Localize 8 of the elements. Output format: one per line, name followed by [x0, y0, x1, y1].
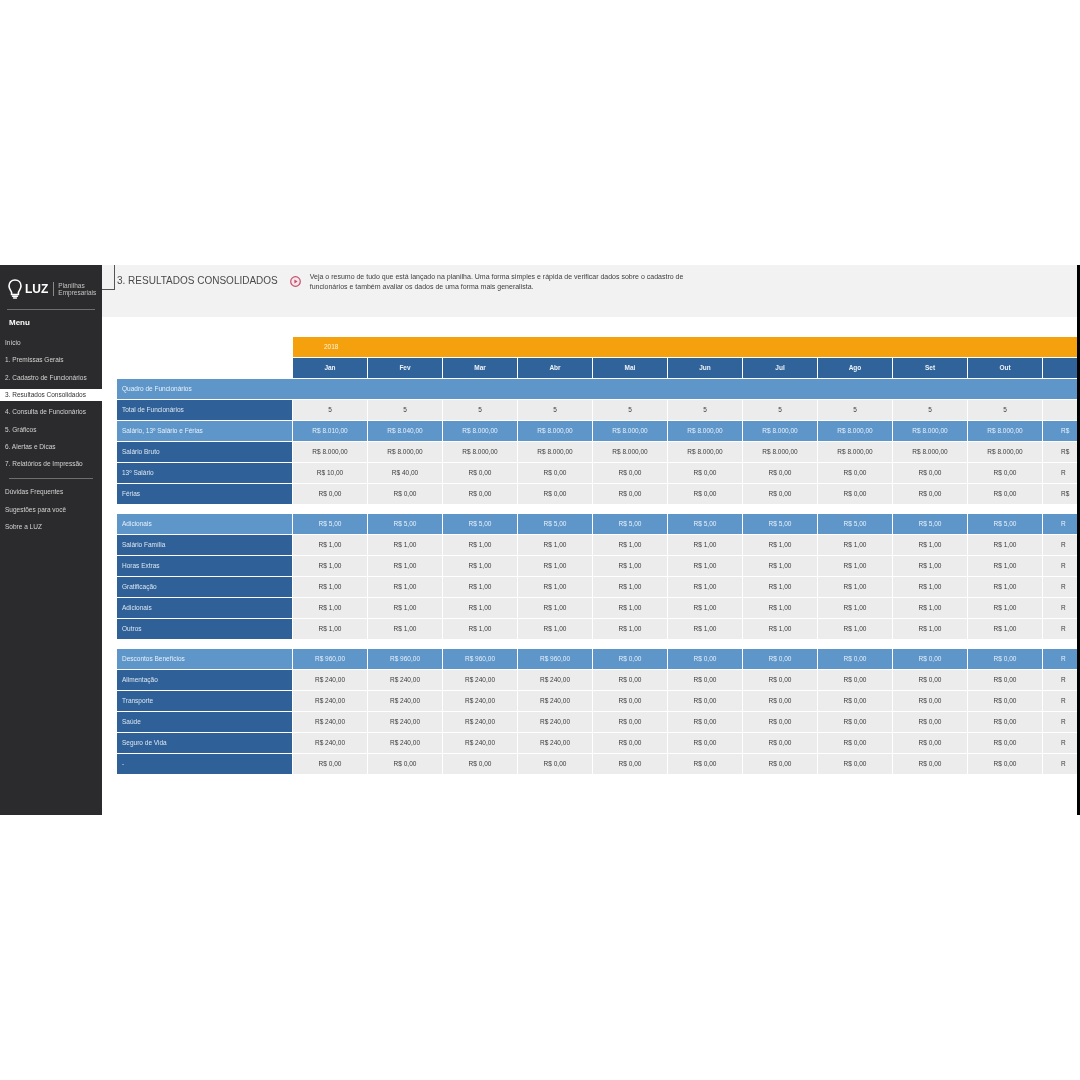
lightbulb-icon — [8, 279, 22, 299]
logo-text: LUZ — [25, 283, 49, 295]
column-header — [1043, 358, 1077, 378]
play-icon[interactable] — [289, 276, 301, 287]
table-cell — [1043, 400, 1077, 420]
page-title: 3. RESULTADOS CONSOLIDADOS — [117, 274, 278, 288]
bracket-line — [102, 265, 115, 290]
menu-heading: Menu — [8, 318, 31, 328]
